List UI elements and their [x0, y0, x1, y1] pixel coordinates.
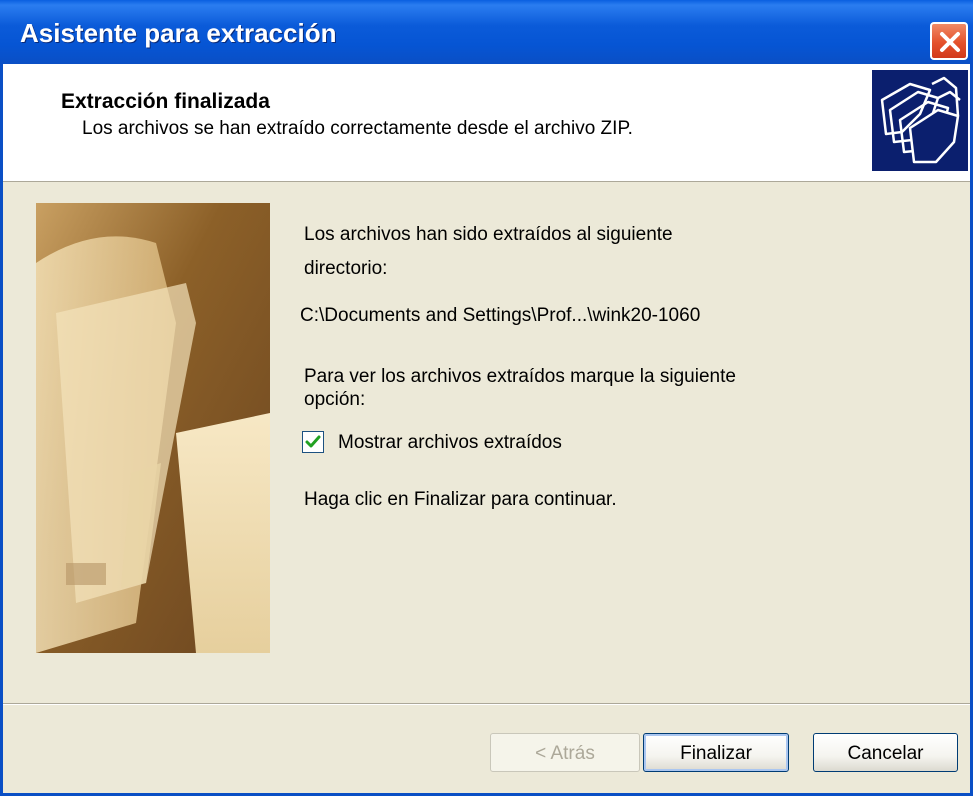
footer-divider: [3, 703, 970, 705]
close-icon: [940, 32, 960, 52]
back-button[interactable]: < Atrás: [490, 733, 640, 772]
continue-text: Haga clic en Finalizar para continuar.: [304, 489, 617, 510]
finish-button[interactable]: Finalizar: [643, 733, 789, 772]
close-button[interactable]: [930, 22, 968, 60]
info-text-line1: Los archivos han sido extraídos al sigui…: [304, 224, 673, 245]
show-files-label[interactable]: Mostrar archivos extraídos: [338, 432, 562, 454]
page-title: Extracción finalizada: [61, 90, 270, 113]
option-text-line2: opción:: [304, 389, 366, 410]
wizard-side-image: [36, 203, 270, 653]
title-bar[interactable]: Asistente para extracción: [0, 0, 973, 64]
window-title: Asistente para extracción: [20, 18, 337, 48]
option-text-line1: Para ver los archivos extraídos marque l…: [304, 366, 736, 387]
folders-icon: [872, 70, 968, 171]
show-files-checkbox[interactable]: [302, 431, 324, 453]
wizard-header: Extracción finalizada Los archivos se ha…: [3, 64, 970, 182]
cancel-button[interactable]: Cancelar: [813, 733, 958, 772]
extraction-path: C:\Documents and Settings\Prof...\wink20…: [300, 305, 701, 326]
extraction-wizard-window: Asistente para extracción Extracción fin…: [0, 0, 973, 796]
checkmark-icon: [305, 435, 321, 448]
page-subtitle: Los archivos se han extraído correctamen…: [82, 118, 633, 139]
info-text-line2: directorio:: [304, 258, 388, 279]
